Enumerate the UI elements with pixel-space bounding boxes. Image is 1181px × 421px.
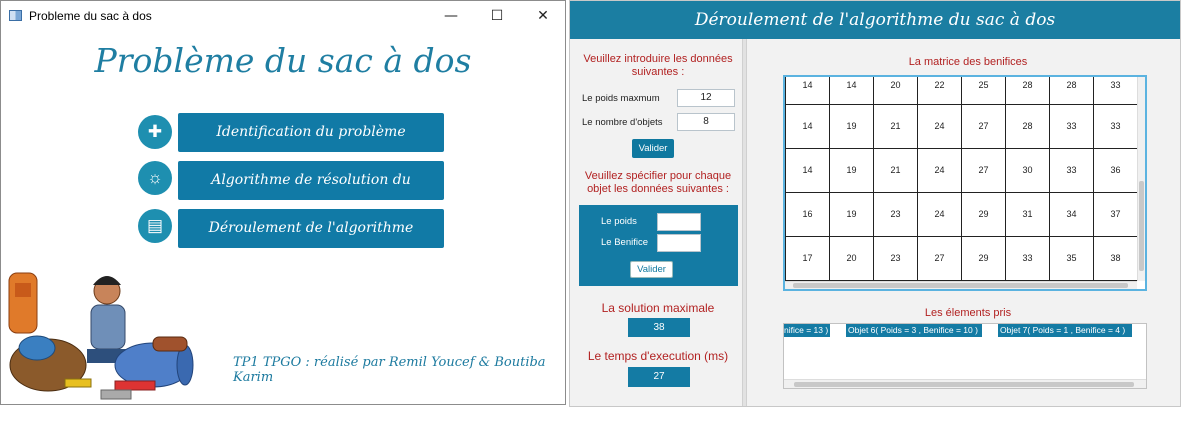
matrix-cell: 33 — [1005, 236, 1050, 281]
scrollbar-thumb[interactable] — [793, 283, 1128, 288]
matrix-cell: 17 — [785, 236, 830, 281]
execution-button[interactable]: Déroulement de l'algorithme — [178, 209, 444, 248]
matrix-cell: 37 — [1093, 192, 1138, 237]
matrix-cell: 21 — [873, 148, 918, 193]
object-input-panel: Le poids Le Benifice Valider — [579, 205, 738, 286]
algorithm-window: Déroulement de l'algorithme du sac à dos… — [569, 0, 1181, 407]
object-count-input[interactable]: 8 — [677, 113, 735, 131]
matrix-cell: 36 — [1093, 148, 1138, 193]
matrix-cell: 21 — [873, 104, 918, 149]
execution-time-value: 27 — [628, 367, 690, 387]
split-divider[interactable] — [742, 39, 747, 406]
title-bar[interactable]: Probleme du sac à dos — ☐ ✕ — [1, 1, 565, 31]
matrix-cell: 25 — [961, 77, 1006, 105]
validate-button[interactable]: Valider — [632, 139, 674, 158]
credits-text: TP1 TPGO : réalisé par Remil Youcef & Bo… — [233, 355, 546, 385]
matrix-cell: 20 — [873, 77, 918, 105]
matrix-cell: 14 — [785, 148, 830, 193]
execution-time-label: Le temps d'execution (ms) — [587, 349, 729, 363]
object-count-label: Le nombre d'objets — [582, 117, 663, 128]
identification-button[interactable]: Identification du problème — [178, 113, 444, 152]
matrix-cell: 16 — [785, 192, 830, 237]
matrix-cell: 33 — [1049, 104, 1094, 149]
matrix-cell: 24 — [917, 104, 962, 149]
page-title: Problème du sac à dos — [94, 41, 472, 80]
intro-text: Veuillez introduire les données suivante… — [583, 53, 733, 78]
matrix-cell: 27 — [961, 148, 1006, 193]
scrollbar-thumb[interactable] — [1139, 181, 1144, 271]
matrix-cell: 35 — [1049, 236, 1094, 281]
minimize-button[interactable]: — — [428, 1, 474, 31]
puzzle-icon: ✚ — [138, 115, 172, 149]
matrix-vertical-scrollbar[interactable] — [1137, 77, 1145, 281]
matrix-cell: 28 — [1005, 104, 1050, 149]
matrix-cell: 14 — [785, 77, 830, 105]
main-menu-window: Probleme du sac à dos — ☐ ✕ Problème du … — [0, 0, 566, 405]
max-weight-input[interactable]: 12 — [677, 89, 735, 107]
close-button[interactable]: ✕ — [520, 1, 565, 31]
taken-items-title: Les élements pris — [924, 307, 1012, 319]
matrix-cell: 28 — [1005, 77, 1050, 105]
matrix-cell: 20 — [829, 236, 874, 281]
object-weight-input[interactable] — [657, 213, 701, 231]
matrix-cell: 14 — [829, 77, 874, 105]
maximize-button[interactable]: ☐ — [474, 1, 520, 31]
book-icon: ▤ — [138, 209, 172, 243]
matrix-cell: 29 — [961, 236, 1006, 281]
matrix-cell: 30 — [1005, 148, 1050, 193]
matrix-cell: 24 — [917, 192, 962, 237]
scrollbar-thumb[interactable] — [794, 382, 1134, 387]
window-header: Déroulement de l'algorithme du sac à dos — [570, 1, 1180, 39]
list-horizontal-scrollbar[interactable] — [784, 379, 1146, 388]
matrix-cell: 19 — [829, 148, 874, 193]
matrix-cell: 28 — [1049, 77, 1094, 105]
matrix-cell: 22 — [917, 77, 962, 105]
matrix-cell: 33 — [1093, 77, 1138, 105]
lightbulb-icon: ☼ — [138, 161, 172, 195]
matrix-cell: 24 — [917, 148, 962, 193]
object-benefit-input[interactable] — [657, 234, 701, 252]
matrix-cell: 29 — [961, 192, 1006, 237]
object-benefit-label: Le Benifice — [601, 237, 649, 248]
matrix-title: La matrice des benifices — [908, 56, 1028, 68]
benefit-matrix[interactable]: 14 14 20 22 25 28 28 33 14 19 21 24 27 28 33 33 14 19 21 24… — [783, 75, 1147, 291]
matrix-cell: 14 — [785, 104, 830, 149]
window-title: Probleme du sac à dos — [29, 9, 152, 23]
matrix-cell: 33 — [1093, 104, 1138, 149]
matrix-cell: 31 — [1005, 192, 1050, 237]
matrix-horizontal-scrollbar[interactable] — [785, 281, 1137, 289]
matrix-cell: 19 — [829, 104, 874, 149]
matrix-cell: 23 — [873, 236, 918, 281]
matrix-cell: 34 — [1049, 192, 1094, 237]
taken-item[interactable]: Objet 6( Poids = 3 , Benifice = 10 ) — [846, 324, 982, 337]
taken-item[interactable]: Objet 7( Poids = 1 , Benifice = 4 ) — [998, 324, 1132, 337]
backpack-illustration — [8, 272, 194, 400]
matrix-cell: 19 — [829, 192, 874, 237]
taken-items-list[interactable]: nifice = 13 ) Objet 6( Poids = 3 , Benif… — [783, 323, 1147, 389]
validate-object-button[interactable]: Valider — [630, 261, 673, 278]
algorithm-button[interactable]: Algorithme de résolution du problème — [178, 161, 444, 227]
matrix-cell: 27 — [917, 236, 962, 281]
matrix-cell: 33 — [1049, 148, 1094, 193]
spec-text: Veuillez spécifier pour chaque objet les… — [584, 170, 732, 195]
matrix-cell: 27 — [961, 104, 1006, 149]
matrix-cell: 38 — [1093, 236, 1138, 281]
taken-item[interactable]: nifice = 13 ) — [784, 324, 830, 337]
solution-value: 38 — [628, 318, 690, 337]
app-icon — [9, 10, 22, 21]
object-weight-label: Le poids — [601, 216, 637, 227]
matrix-cell: 23 — [873, 192, 918, 237]
solution-label: La solution maximale — [601, 301, 715, 315]
max-weight-label: Le poids maxmum — [582, 93, 660, 104]
